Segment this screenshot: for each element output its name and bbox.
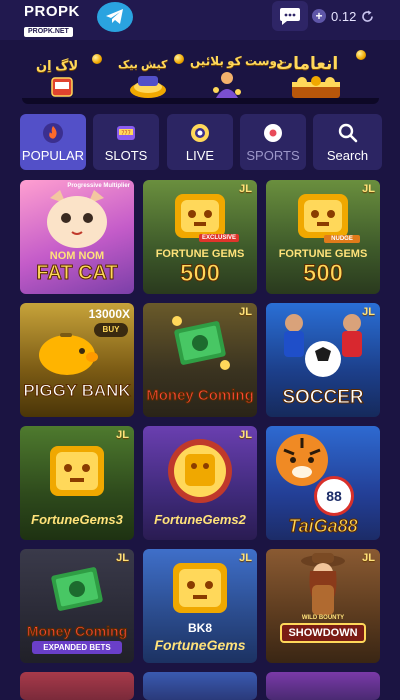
friends-icon <box>213 72 241 98</box>
top-bar: PROPK PROPK.NET + 0.12 <box>0 0 400 40</box>
game-tile-partial-3[interactable] <box>266 672 380 700</box>
balance-amount: 0.12 <box>331 8 357 24</box>
game-tile-soccer[interactable]: JL SOCCER <box>266 303 380 417</box>
jl-badge: JL <box>362 183 375 195</box>
game-tile-partial-2[interactable] <box>143 672 257 700</box>
promo-strip: لاگ اِن کیش بیک دوست کو بلائیں انعامات <box>0 44 400 104</box>
game-title: FORTUNE GEMS <box>278 248 368 260</box>
tab-search[interactable]: Search <box>313 114 382 170</box>
promo-login[interactable]: لاگ اِن <box>36 50 102 100</box>
banner-bottom-edge <box>22 98 379 104</box>
ball-icon <box>264 124 282 142</box>
game-tile-nom-nom-fat-cat[interactable]: Progressive Multiplier NOM NOM FAT CAT <box>20 180 134 294</box>
slot-machine-icon: 777 <box>117 126 135 140</box>
chat-button[interactable] <box>272 1 308 31</box>
game-tile-fortune-gems-3[interactable]: JL FortuneGems3 <box>20 426 134 540</box>
cashback-coins-icon <box>130 76 166 98</box>
tab-popular-label: POPULAR <box>21 148 85 163</box>
game-title: SOCCER <box>282 387 364 409</box>
promo-invite-friends[interactable]: دوست کو بلائیں <box>190 50 283 100</box>
search-icon <box>338 123 357 143</box>
game-title-top: NOM NOM <box>49 250 105 262</box>
game-title-number: 500 <box>302 260 344 288</box>
jl-badge: JL <box>362 552 375 564</box>
game-subtitle: WILD BOUNTY <box>301 615 345 621</box>
golden-idol-icon <box>50 446 104 496</box>
game-title: FortuneGems <box>154 637 246 653</box>
game-title: SHOWDOWN <box>280 623 366 643</box>
piggy-icon <box>39 333 98 375</box>
jl-badge: JL <box>239 183 252 195</box>
logo-main-text: PROPK <box>24 3 80 20</box>
promo-cashback-label: کیش بیک <box>118 59 168 71</box>
game-tile-fortune-gems-500-exclusive[interactable]: JL EXCLUSIVE FORTUNE GEMS 500 <box>143 180 257 294</box>
game-subtitle: EXPANDED BETS <box>32 641 122 654</box>
add-funds-icon[interactable]: + <box>312 9 326 23</box>
jl-badge: JL <box>239 306 252 318</box>
soccer-players-icon <box>284 314 362 377</box>
game-brand: BK8 <box>187 621 212 635</box>
game-title: Money Coming <box>146 387 255 405</box>
game-title: Money Coming <box>26 623 128 640</box>
game-tile-fortune-gems-2[interactable]: JL FortuneGems2 <box>143 426 257 540</box>
promo-login-label: لاگ اِن <box>36 58 79 73</box>
game-title: PIGGY BANK <box>23 381 131 401</box>
promo-invite-label: دوست کو بلائیں <box>190 54 284 68</box>
money-stack-icon <box>51 567 103 611</box>
game-tile-bk8-fortune-gems[interactable]: JL BK8 FortuneGems <box>143 549 257 663</box>
game-tile-money-coming-expanded-bets[interactable]: JL Money Coming EXPANDED BETS <box>20 549 134 663</box>
money-stack-icon <box>172 316 230 370</box>
chat-icon <box>280 8 300 25</box>
game-title: FAT CAT <box>36 262 118 285</box>
game-title: FortuneGems2 <box>154 512 246 527</box>
logo-sub-text: PROPK.NET <box>24 27 73 37</box>
tab-sports-label: SPORTS <box>246 148 300 163</box>
cat-icon <box>47 190 107 248</box>
game-badge: Progressive Multiplier <box>67 183 130 189</box>
game-tile-wild-bounty-showdown[interactable]: JL WILD BOUNTY SHOWDOWN <box>266 549 380 663</box>
game-badge: EXCLUSIVE <box>199 234 239 242</box>
wheel-icon: 88 <box>314 476 354 516</box>
game-title: FortuneGems3 <box>31 512 123 527</box>
tab-slots-label: SLOTS <box>104 148 148 163</box>
svg-text:777: 777 <box>121 131 131 137</box>
promo-rewards[interactable]: انعامات <box>276 50 372 100</box>
golden-idol-icon <box>173 563 227 613</box>
cowgirl-icon <box>301 553 345 615</box>
game-multiplier: 13000X <box>88 307 130 321</box>
game-tile-partial-1[interactable] <box>20 672 134 700</box>
tab-slots[interactable]: 777 SLOTS <box>93 114 159 170</box>
game-title-number: 500 <box>179 260 221 288</box>
jl-badge: JL <box>239 552 252 564</box>
refresh-icon[interactable] <box>361 10 374 23</box>
promo-cashback[interactable]: کیش بیک <box>118 50 184 100</box>
golden-wheel-icon <box>168 439 232 503</box>
jl-badge: JL <box>116 429 129 441</box>
game-tile-taiga-88[interactable]: 88 TaiGa88 <box>266 426 380 540</box>
tab-live-label: LIVE <box>185 148 215 163</box>
game-tile-piggy-bank[interactable]: 13000X BUY PIGGY BANK <box>20 303 134 417</box>
chip-icon <box>191 124 209 142</box>
game-badge: NUDGE <box>324 235 360 243</box>
game-title: FORTUNE GEMS <box>155 248 245 260</box>
slot-machine-icon <box>51 77 73 97</box>
treasure-chest-icon <box>292 76 340 98</box>
tab-live[interactable]: LIVE <box>167 114 233 170</box>
game-tile-fortune-gems-500-nudge[interactable]: JL NUDGE FORTUNE GEMS 500 <box>266 180 380 294</box>
category-tabs: POPULAR 777 SLOTS LIVE SPORTS Search <box>20 114 382 170</box>
tab-sports[interactable]: SPORTS <box>240 114 306 170</box>
jl-badge: JL <box>116 552 129 564</box>
promo-rewards-label: انعامات <box>276 54 339 73</box>
balance-display[interactable]: + 0.12 <box>312 4 374 28</box>
flame-icon <box>43 123 63 143</box>
tab-search-label: Search <box>326 148 369 163</box>
jl-badge: JL <box>239 429 252 441</box>
telegram-icon[interactable] <box>97 2 133 32</box>
game-tile-money-coming[interactable]: JL Money Coming <box>143 303 257 417</box>
propk-logo[interactable]: PROPK PROPK.NET <box>24 3 82 37</box>
game-title: TaiGa88 <box>288 516 358 537</box>
tab-popular[interactable]: POPULAR <box>20 114 86 170</box>
